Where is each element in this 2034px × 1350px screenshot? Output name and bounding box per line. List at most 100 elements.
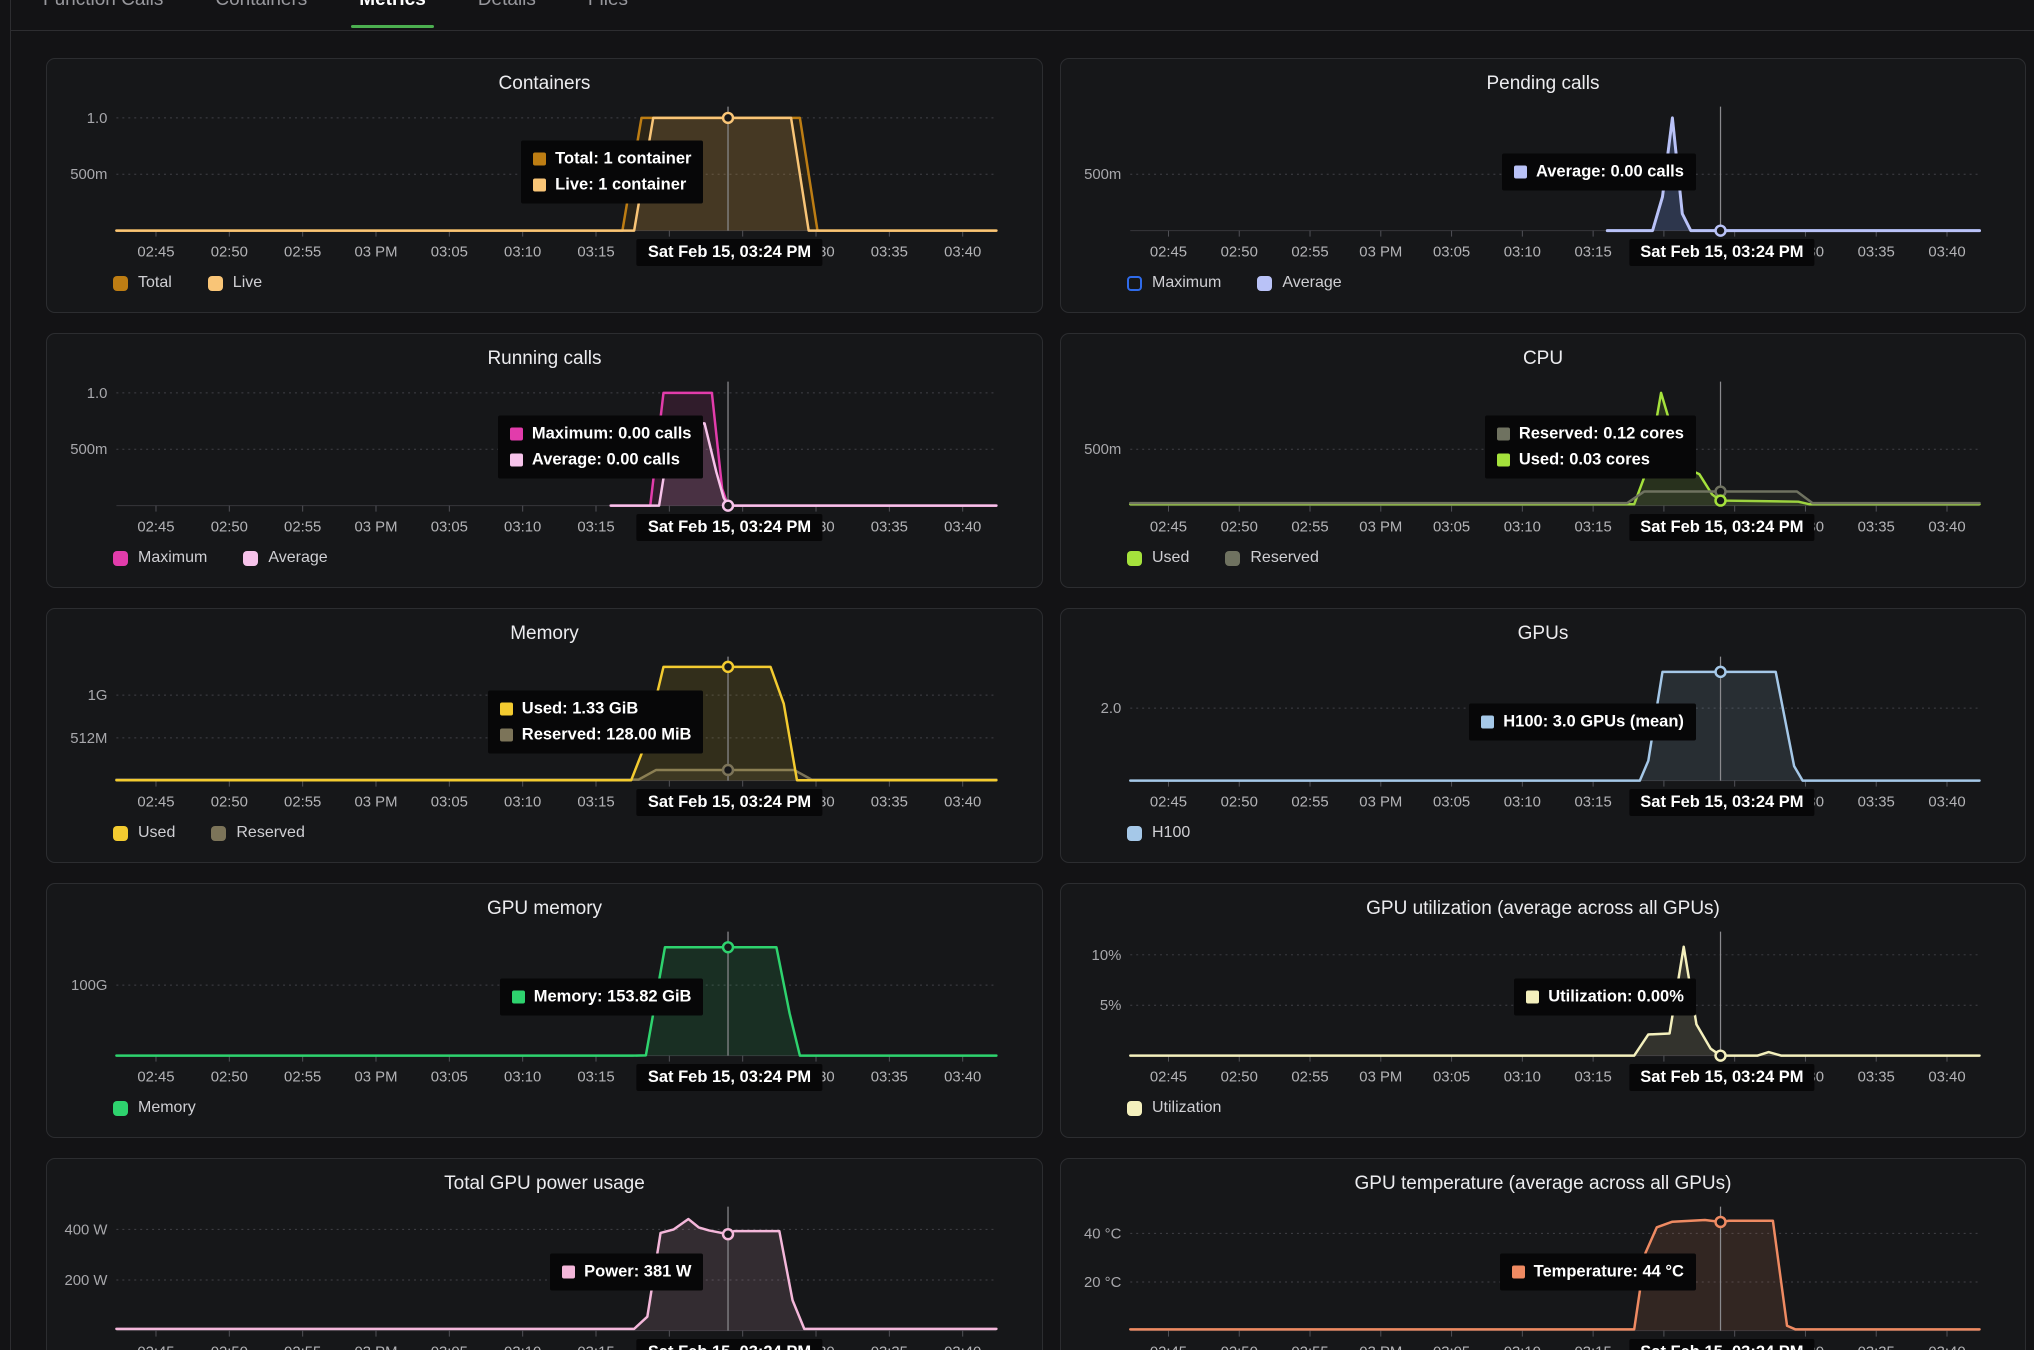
y-axis-label: 5% [1100,998,1122,1014]
legend-item-used[interactable]: Used [113,824,175,842]
legend-swatch-icon [1127,276,1142,291]
tooltip-row: Memory: 153.82 GiB [512,988,692,1007]
crosshair-date-label: Sat Feb 15, 03:24 PM [637,1339,822,1350]
x-axis-tick-label: 03:40 [944,794,981,810]
x-axis-tick-label: 03:15 [1575,794,1612,810]
legend-item-memory[interactable]: Memory [113,1099,196,1117]
hover-point-marker [723,1229,733,1239]
x-axis-tick-label: 03:05 [431,1069,468,1085]
tooltip-row: Power: 381 W [562,1263,691,1282]
legend-label: Maximum [138,549,207,567]
legend-item-h100[interactable]: H100 [1127,824,1190,842]
x-axis-tick-label: 03:10 [1504,794,1541,810]
x-axis-tick-label: 03:35 [871,244,908,260]
tab-metrics[interactable]: Metrics [359,0,426,12]
x-axis-tick-label: 02:55 [284,1069,321,1085]
legend-label: Used [138,824,175,842]
x-axis-tick-label: 02:55 [1291,794,1328,810]
legend-label: Maximum [1152,274,1221,292]
x-axis-tick-label: 02:50 [1221,519,1258,535]
tooltip-row: Average: 0.00 calls [510,451,692,470]
series-line-reserved [1130,492,1979,504]
y-axis-label: 500m [70,442,107,458]
legend-label: Reserved [236,824,304,842]
legend-item-average[interactable]: Average [243,549,327,567]
legend-item-reserved[interactable]: Reserved [211,824,304,842]
x-axis-tick-label: 02:55 [1291,244,1328,260]
chart-panel: Memory 1G512M02:4502:5002:5503 PM03:0503… [46,608,1043,863]
tooltip-value-text: Temperature: 44 °C [1534,1263,1684,1282]
tab-details[interactable]: Details [478,0,536,12]
x-axis-tick-label: 03:05 [431,519,468,535]
legend-label: Live [233,274,262,292]
x-axis-tick-label: 02:55 [1291,1069,1328,1085]
chart-panel: GPUs 2.002:4502:5002:5503 PM03:0503:1003… [1060,608,2026,863]
legend-label: Used [1152,549,1189,567]
charts-grid: Containers 1.0500m02:4502:5002:5503 PM03… [46,58,2026,1350]
tab-containers[interactable]: Containers [215,0,307,12]
x-axis-tick-label: 02:45 [137,1344,174,1350]
chart-panel: Total GPU power usage 400 W200 W02:4502:… [46,1158,1043,1350]
crosshair-date-label: Sat Feb 15, 03:24 PM [1629,1064,1814,1091]
tooltip-series-swatch-icon [533,179,546,192]
x-axis-tick-label: 03:35 [871,1069,908,1085]
tab-files[interactable]: Files [588,0,628,12]
x-axis-tick-label: 03:05 [1433,1344,1470,1350]
y-axis-label: 100G [71,978,107,994]
legend-item-reserved[interactable]: Reserved [1225,549,1318,567]
tooltip-value-text: Utilization: 0.00% [1548,988,1684,1007]
tooltip-row: Maximum: 0.00 calls [510,425,692,444]
x-axis-tick-label: 03:15 [577,1344,614,1350]
x-axis-tick-label: 03:40 [1928,1344,1965,1350]
chart-tooltip: Utilization: 0.00% [1514,979,1696,1016]
x-axis-tick-label: 03:05 [1433,1069,1470,1085]
crosshair-date-label: Sat Feb 15, 03:24 PM [637,514,822,541]
x-axis-tick-label: 03:35 [1858,519,1895,535]
x-axis-tick-label: 03:40 [944,1069,981,1085]
series-line-reserved [116,770,996,780]
legend-item-maximum[interactable]: Maximum [1127,274,1221,292]
x-axis-tick-label: 03:40 [944,519,981,535]
hover-point-marker [1716,667,1726,677]
chart-legend: H100 [1127,824,1190,842]
legend-item-total[interactable]: Total [113,274,172,292]
x-axis-tick-label: 03:05 [431,1344,468,1350]
metrics-page: Function Calls Containers Metrics Details Fi… [0,0,2034,1350]
legend-swatch-icon [243,551,258,566]
x-axis-tick-label: 03:35 [1858,244,1895,260]
x-axis-tick-label: 03:40 [944,244,981,260]
tooltip-series-swatch-icon [562,1266,575,1279]
legend-item-used[interactable]: Used [1127,549,1189,567]
legend-swatch-icon [1257,276,1272,291]
legend-item-maximum[interactable]: Maximum [113,549,207,567]
legend-item-average[interactable]: Average [1257,274,1341,292]
y-axis-label: 500m [70,167,107,183]
x-axis-tick-label: 03:10 [504,1069,541,1085]
chart-title: CPU [1061,348,2025,370]
tooltip-series-swatch-icon [500,729,513,742]
legend-item-utilization[interactable]: Utilization [1127,1099,1221,1117]
tooltip-series-swatch-icon [1514,166,1527,179]
chart-tooltip: Power: 381 W [550,1254,703,1291]
tooltip-row: Temperature: 44 °C [1512,1263,1684,1282]
x-axis-tick-label: 03 PM [354,794,397,810]
legend-label: Utilization [1152,1099,1221,1117]
content-frame-top-border [10,30,2034,31]
chart-legend: Used Reserved [113,824,305,842]
y-axis-label: 10% [1092,948,1122,964]
tooltip-value-text: Average: 0.00 calls [1536,163,1684,182]
tooltip-value-text: Average: 0.00 calls [532,451,680,470]
y-axis-label: 40 °C [1084,1226,1122,1242]
x-axis-tick-label: 03:40 [1928,1069,1965,1085]
tab-function-calls[interactable]: Function Calls [43,0,163,12]
tooltip-row: Utilization: 0.00% [1526,988,1684,1007]
tooltip-value-text: Total: 1 container [555,150,691,169]
chart-legend: Total Live [113,274,262,292]
x-axis-tick-label: 03:05 [431,244,468,260]
chart-tooltip: Memory: 153.82 GiB [500,979,704,1016]
x-axis-tick-label: 02:55 [284,244,321,260]
legend-swatch-icon [113,826,128,841]
legend-item-live[interactable]: Live [208,274,262,292]
x-axis-tick-label: 03 PM [1359,244,1402,260]
x-axis-tick-label: 02:45 [137,244,174,260]
